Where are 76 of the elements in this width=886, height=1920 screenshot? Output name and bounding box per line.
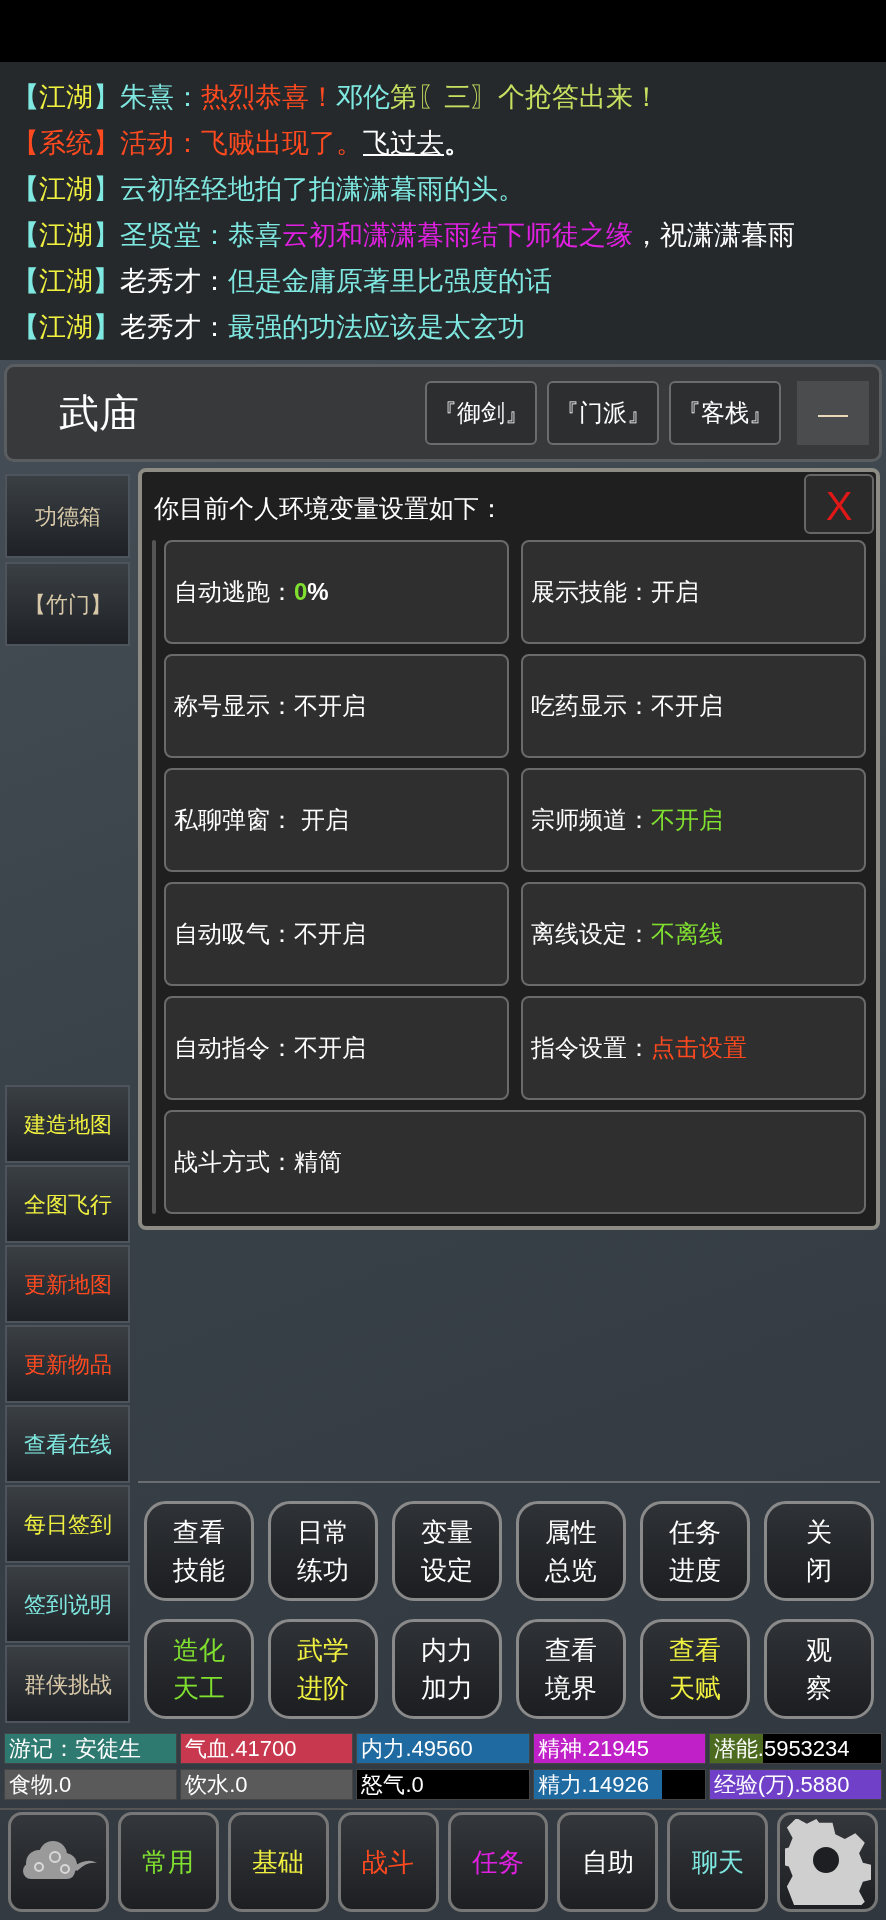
setting-cell[interactable]: 自动指令：不开启 xyxy=(164,996,509,1100)
setting-text: 自动指令：不开启 xyxy=(174,1033,366,1063)
stat-label: 内力.49560 xyxy=(360,1735,474,1763)
setting-text: 称号显示：不开启 xyxy=(174,691,366,721)
setting-cell[interactable]: 展示技能：开启 xyxy=(521,540,866,644)
setting-text: 战斗方式：精简 xyxy=(174,1147,342,1177)
cloud-button[interactable] xyxy=(8,1812,109,1912)
action-button[interactable]: 属性总览 xyxy=(516,1501,626,1601)
sidebar-button[interactable]: 每日签到 xyxy=(5,1485,130,1563)
chat-message: 【江湖】圣贤堂：恭喜云初和潇潇暮雨结下师徒之缘，祝潇潇暮雨 xyxy=(12,219,796,252)
nav-button[interactable]: 任务 xyxy=(447,1812,549,1912)
stat-label: 游记：安徒生 xyxy=(8,1735,142,1763)
setting-cell[interactable]: 称号显示：不开启 xyxy=(164,654,509,758)
sidebar-button[interactable]: 查看在线 xyxy=(5,1405,130,1483)
action-button[interactable]: 日常练功 xyxy=(268,1501,378,1601)
exit-button[interactable]: 『御剑』 xyxy=(425,381,537,445)
setting-cell[interactable]: 吃药显示：不开启 xyxy=(521,654,866,758)
chat-message: 【江湖】朱熹：热烈恭喜！邓伦第〖三〗个抢答出来！ xyxy=(12,81,661,114)
sidebar-button[interactable]: 更新地图 xyxy=(5,1245,130,1323)
stat-label: 经验(万).5880 xyxy=(712,1771,851,1799)
sidebar-button[interactable]: 签到说明 xyxy=(5,1565,130,1643)
nav-button[interactable]: 基础 xyxy=(227,1812,329,1912)
sidebar-button[interactable]: 群侠挑战 xyxy=(5,1645,130,1723)
setting-cell[interactable]: 离线设定：不离线 xyxy=(521,882,866,986)
action-button[interactable]: 关闭 xyxy=(764,1501,874,1601)
stat-label: 饮水.0 xyxy=(184,1771,249,1799)
panel-title: 你目前个人环境变量设置如下： xyxy=(153,493,504,524)
action-button[interactable]: 查看境界 xyxy=(516,1619,626,1719)
setting-text: 展示技能：开启 xyxy=(531,577,699,607)
location-title: 武庙 xyxy=(59,390,140,437)
collapse-button[interactable]: — xyxy=(797,381,869,445)
stat-label: 食物.0 xyxy=(8,1771,73,1799)
nav-button[interactable]: 自助 xyxy=(557,1812,659,1912)
setting-text: 吃药显示：不开启 xyxy=(531,691,723,721)
action-button[interactable]: 造化天工 xyxy=(144,1619,254,1719)
exit-button[interactable]: 『客栈』 xyxy=(669,381,781,445)
setting-cell[interactable]: 自动吸气：不开启 xyxy=(164,882,509,986)
action-button[interactable]: 查看天赋 xyxy=(640,1619,750,1719)
nav-button[interactable]: 常用 xyxy=(117,1812,219,1912)
chat-message: 【江湖】云初轻轻地拍了拍潇潇暮雨的头。 xyxy=(12,173,526,206)
setting-cell[interactable]: 指令设置：点击设置 xyxy=(521,996,866,1100)
chat-message: 【系统】活动：飞贼出现了。飞过去。 xyxy=(12,127,472,160)
setting-text: 离线设定：不离线 xyxy=(531,919,723,949)
setting-text: 指令设置：点击设置 xyxy=(531,1033,747,1063)
action-button[interactable]: 变量设定 xyxy=(392,1501,502,1601)
action-button[interactable]: 观察 xyxy=(764,1619,874,1719)
setting-text: 宗师频道：不开启 xyxy=(531,805,723,835)
sidebar-button[interactable]: 建造地图 xyxy=(5,1085,130,1163)
nav-button[interactable]: 战斗 xyxy=(337,1812,439,1912)
chat-message: 【江湖】老秀才：但是金庸原著里比强度的话 xyxy=(12,265,553,298)
nav-button[interactable]: 聊天 xyxy=(667,1812,769,1912)
exit-button[interactable]: 『门派』 xyxy=(547,381,659,445)
setting-text: 自动吸气：不开启 xyxy=(174,919,366,949)
stat-label: 气血.41700 xyxy=(184,1735,298,1763)
sidebar-button[interactable]: 更新物品 xyxy=(5,1325,130,1403)
sidebar-button[interactable]: 全图飞行 xyxy=(5,1165,130,1243)
action-button[interactable]: 内力加力 xyxy=(392,1619,502,1719)
setting-cell[interactable]: 自动逃跑：0% xyxy=(164,540,509,644)
action-button[interactable]: 查看技能 xyxy=(144,1501,254,1601)
setting-cell[interactable]: 宗师频道：不开启 xyxy=(521,768,866,872)
setting-cell[interactable]: 私聊弹窗： 开启 xyxy=(164,768,509,872)
stat-label: 精力.14926 xyxy=(536,1771,650,1799)
chat-link[interactable]: 飞过去 xyxy=(363,128,444,158)
action-button[interactable]: 任务进度 xyxy=(640,1501,750,1601)
setting-text: 自动逃跑：0% xyxy=(174,577,329,607)
settings-icon xyxy=(784,1819,871,1905)
settings-button[interactable] xyxy=(777,1812,878,1912)
setting-cell[interactable]: 战斗方式：精简 xyxy=(164,1110,866,1214)
sidebar-button[interactable]: 功德箱 xyxy=(5,474,130,558)
setting-text: 私聊弹窗： 开启 xyxy=(174,805,349,835)
stat-label: 精神.21945 xyxy=(536,1735,650,1763)
action-button[interactable]: 武学进阶 xyxy=(268,1619,378,1719)
sidebar-button[interactable]: 【竹门】 xyxy=(5,562,130,646)
stat-label: 潜能.5953234 xyxy=(712,1735,851,1763)
chat-message: 【江湖】老秀才：最强的功法应该是太玄功 xyxy=(12,311,526,344)
stat-label: 怒气.0 xyxy=(360,1771,425,1799)
